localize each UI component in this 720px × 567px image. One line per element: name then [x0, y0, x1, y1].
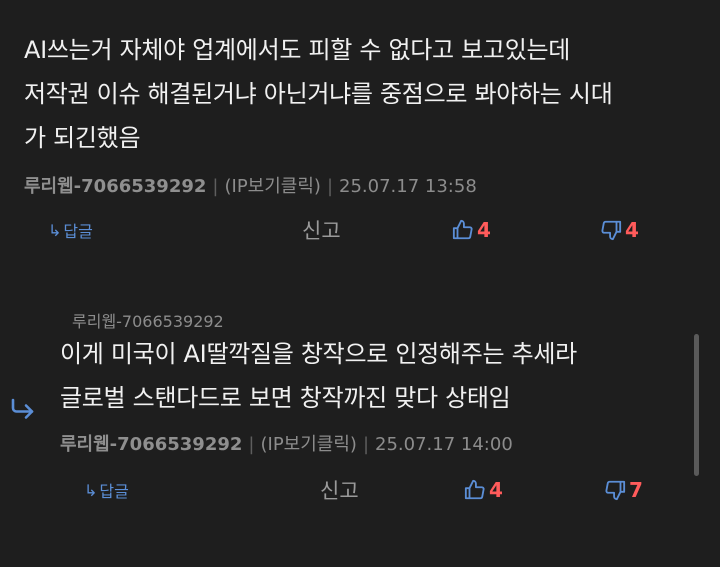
comment-actions: ↳ 답글 신고 4 4	[0, 214, 720, 248]
meta-separator: |	[326, 176, 334, 197]
reply-arrow-icon: ↳	[84, 480, 98, 500]
reply-actions: ↳ 답글 신고 4 7	[0, 474, 720, 508]
downvote-button[interactable]: 4	[600, 218, 639, 242]
meta-separator: |	[212, 176, 219, 197]
meta-separator: |	[362, 434, 370, 455]
meta-separator: |	[248, 434, 255, 455]
reply-body: 이게 미국이 AI딸깍질을 창작으로 인정해주는 추세라 글로벌 스탠다드로 보…	[60, 340, 577, 412]
author-name[interactable]: 루리웹-7066539292	[60, 434, 242, 455]
quoted-author: 루리웹-7066539292	[72, 312, 224, 331]
downvote-button[interactable]: 7	[604, 478, 643, 502]
reply-label: 답글	[63, 222, 93, 241]
thumbs-down-icon	[604, 479, 629, 501]
ip-view-link[interactable]: (IP보기클릭)	[224, 176, 320, 197]
report-button[interactable]: 신고	[302, 215, 341, 245]
comment-date: 25.07.17 13:58	[339, 176, 477, 197]
report-button[interactable]: 신고	[320, 475, 359, 505]
reply-arrow-icon: ↳	[48, 220, 62, 240]
reply-indicator-icon	[10, 398, 36, 424]
upvote-count: 4	[489, 478, 503, 502]
reply-button[interactable]: ↳ 답글	[48, 218, 93, 242]
thumbs-up-icon	[452, 219, 477, 241]
reply-button[interactable]: ↳ 답글	[84, 478, 129, 502]
comment-date: 25.07.17 14:00	[375, 434, 513, 455]
upvote-button[interactable]: 4	[464, 478, 503, 502]
thumbs-down-icon	[600, 219, 625, 241]
scrollbar[interactable]	[694, 334, 699, 476]
comment-meta: 루리웹-7066539292 | (IP보기클릭) | 25.07.17 13:58	[24, 172, 477, 198]
author-name[interactable]: 루리웹-7066539292	[24, 176, 206, 197]
downvote-count: 4	[625, 218, 639, 242]
ip-view-link[interactable]: (IP보기클릭)	[260, 434, 356, 455]
thumbs-up-icon	[464, 479, 489, 501]
reply-label: 답글	[99, 482, 129, 501]
comment-thread: { "comments": [ { "body": "AI쓰는거 자체야 업계에…	[0, 0, 720, 567]
comment-body: AI쓰는거 자체야 업계에서도 피할 수 없다고 보고있는데 저작권 이슈 해결…	[24, 36, 613, 152]
downvote-count: 7	[629, 478, 643, 502]
upvote-button[interactable]: 4	[452, 218, 491, 242]
reply-meta: 루리웹-7066539292 | (IP보기클릭) | 25.07.17 14:00	[60, 430, 513, 456]
upvote-count: 4	[477, 218, 491, 242]
